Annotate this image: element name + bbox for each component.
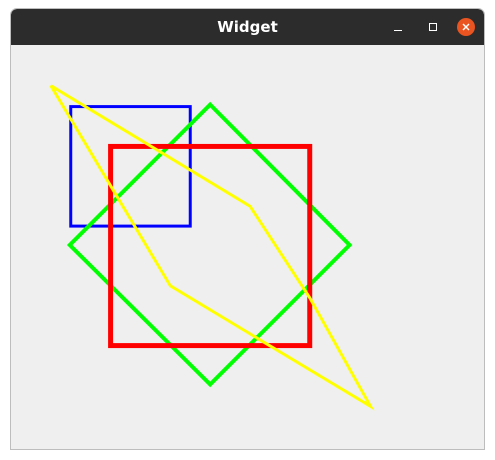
close-button[interactable]	[457, 18, 475, 36]
title-bar[interactable]: Widget	[11, 9, 484, 45]
blue-square	[69, 105, 192, 228]
maximize-icon	[429, 23, 437, 31]
minimize-icon	[394, 30, 402, 31]
yellow-polygon	[49, 84, 375, 411]
drawing-canvas	[49, 84, 375, 411]
widget-window: Widget	[10, 8, 485, 450]
minimize-button[interactable]	[389, 18, 407, 36]
maximize-button[interactable]	[424, 18, 442, 36]
window-title: Widget	[217, 18, 278, 36]
close-icon	[457, 18, 475, 36]
